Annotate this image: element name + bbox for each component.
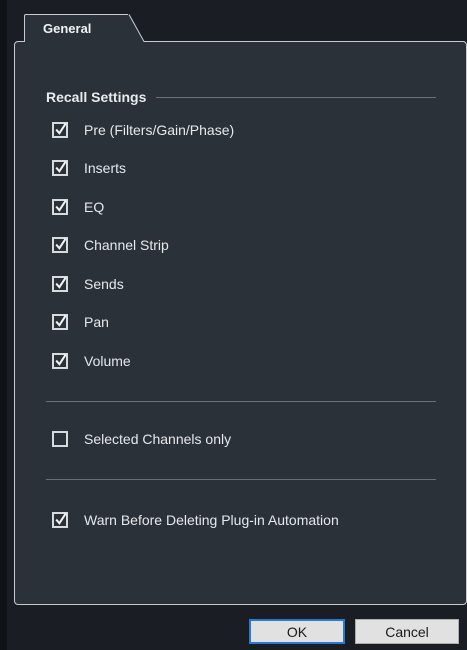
checkbox-inserts-label: Inserts	[84, 160, 127, 176]
checkmark-icon	[55, 122, 67, 135]
checkmark-icon	[55, 160, 67, 173]
checkmark-icon	[55, 199, 67, 212]
ok-button[interactable]: OK	[249, 619, 345, 644]
checkbox-pre-label: Pre (Filters/Gain/Phase)	[84, 122, 235, 138]
settings-panel: Recall Settings Pre (Filters/Gain/Phase)…	[14, 41, 467, 605]
cancel-button-label: Cancel	[385, 623, 429, 640]
ok-button-label: OK	[286, 623, 308, 640]
checkbox-selected-channels-only[interactable]: Selected Channels only	[52, 429, 231, 449]
checkbox-box[interactable]	[52, 237, 68, 253]
tab-edge	[128, 14, 146, 42]
checkbox-box[interactable]	[52, 314, 68, 330]
checkbox-volume[interactable]: Volume	[52, 351, 131, 371]
checkmark-icon	[55, 237, 67, 250]
checkbox-channel-strip[interactable]: Channel Strip	[52, 235, 169, 255]
section-divider	[46, 401, 436, 402]
checkbox-box[interactable]	[52, 122, 68, 138]
checkbox-eq-label: EQ	[84, 199, 105, 215]
checkbox-selected-channels-only-label: Selected Channels only	[84, 431, 232, 447]
cancel-button[interactable]: Cancel	[355, 619, 459, 644]
checkbox-box[interactable]	[52, 353, 68, 369]
recall-settings-header: Recall Settings	[46, 89, 436, 105]
section-divider	[46, 479, 436, 480]
checkbox-sends-label: Sends	[84, 276, 124, 292]
checkbox-box[interactable]	[52, 160, 68, 176]
recall-settings-title: Recall Settings	[46, 89, 147, 105]
checkbox-warn-before-deleting[interactable]: Warn Before Deleting Plug-in Automation	[52, 510, 339, 530]
tab-general[interactable]: General	[24, 14, 130, 42]
checkbox-sends[interactable]: Sends	[52, 274, 124, 294]
checkbox-pan-label: Pan	[84, 314, 109, 330]
checkbox-warn-before-deleting-label: Warn Before Deleting Plug-in Automation	[84, 512, 339, 528]
checkbox-volume-label: Volume	[84, 353, 131, 369]
checkbox-pre[interactable]: Pre (Filters/Gain/Phase)	[52, 120, 234, 140]
checkmark-icon	[55, 512, 67, 525]
checkbox-box[interactable]	[52, 276, 68, 292]
tab-general-label: General	[43, 21, 92, 36]
checkbox-box[interactable]	[52, 512, 68, 528]
checkbox-box[interactable]	[52, 431, 68, 447]
section-divider	[156, 96, 436, 98]
checkmark-icon	[55, 353, 67, 366]
checkbox-pan[interactable]: Pan	[52, 312, 109, 332]
checkbox-box[interactable]	[52, 199, 68, 215]
checkmark-icon	[55, 314, 67, 327]
checkbox-channel-strip-label: Channel Strip	[84, 237, 169, 253]
checkmark-icon	[55, 276, 67, 289]
checkbox-inserts[interactable]: Inserts	[52, 158, 126, 178]
checkbox-eq[interactable]: EQ	[52, 197, 104, 217]
